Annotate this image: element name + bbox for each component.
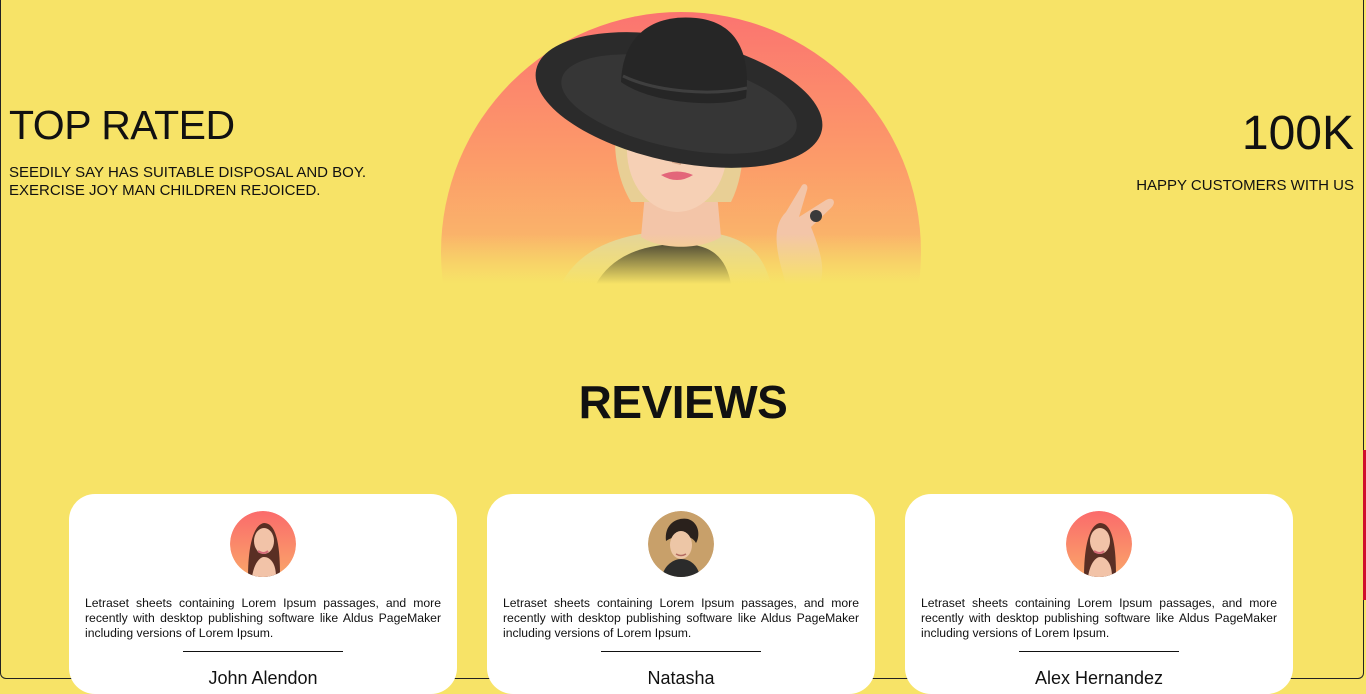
review-text: Letraset sheets containing Lorem Ipsum p…: [921, 596, 1277, 640]
reviewer-name: Natasha: [647, 668, 715, 688]
woman-avatar-icon: [1066, 511, 1132, 577]
man-avatar-icon: [648, 511, 714, 577]
woman-avatar-icon: [230, 511, 296, 577]
review-divider: [1019, 651, 1179, 652]
reviews-title: REVIEWS: [578, 376, 788, 428]
review-card: Letraset sheets containing Lorem Ipsum p…: [905, 494, 1293, 694]
top-rated-block: TOP RATED SEEDILY SAY HAS SUITABLE DISPO…: [9, 102, 429, 200]
customer-caption: HAPPY CUSTOMERS WITH US: [1136, 177, 1354, 194]
review-card: Letraset sheets containing Lorem Ipsum p…: [487, 494, 875, 694]
hero-image: [441, 12, 921, 284]
review-text: Letraset sheets containing Lorem Ipsum p…: [85, 596, 441, 640]
customer-count: 100K: [1241, 107, 1354, 160]
reviewer-name: Alex Hernandez: [1034, 668, 1164, 688]
reviewer-name: John Alendon: [208, 668, 318, 688]
top-rated-line-1: SEEDILY SAY HAS SUITABLE DISPOSAL AND BO…: [9, 164, 367, 181]
review-card: Letraset sheets containing Lorem Ipsum p…: [69, 494, 457, 694]
customer-stat-block: 100K HAPPY CUSTOMERS WITH US: [1136, 108, 1354, 195]
top-rated-title: TOP RATED: [9, 102, 235, 148]
review-text: Letraset sheets containing Lorem Ipsum p…: [503, 596, 859, 640]
review-divider: [183, 651, 343, 652]
top-rated-description: SEEDILY SAY HAS SUITABLE DISPOSAL AND BO…: [9, 164, 429, 200]
hero-image-fade: [441, 234, 921, 284]
review-divider: [601, 651, 761, 652]
top-rated-line-2: EXERCISE JOY MAN CHILDREN REJOICED.: [9, 182, 321, 199]
